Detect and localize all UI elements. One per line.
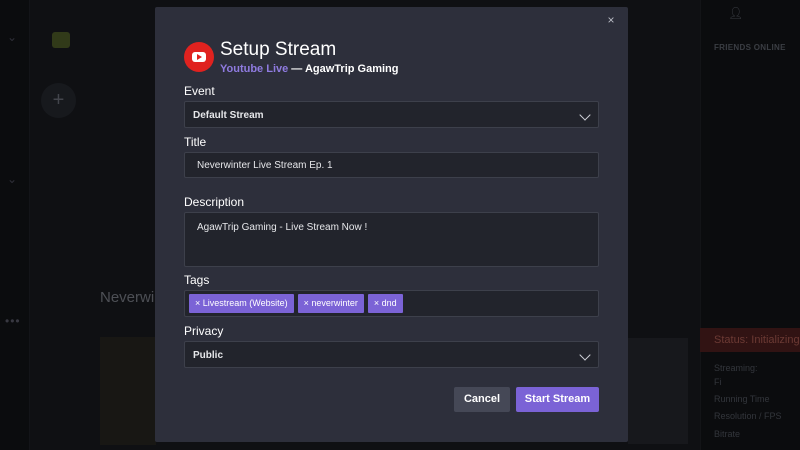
- channel-name: AgawTrip Gaming: [304, 63, 399, 75]
- privacy-select[interactable]: Public: [184, 341, 599, 368]
- tag-chip[interactable]: × Livestream (Website): [189, 294, 294, 313]
- chevron-down-icon: [579, 349, 591, 361]
- privacy-value: Public: [193, 350, 224, 361]
- dialog-subtitle: Youtube Live — AgawTrip Gaming: [220, 63, 398, 75]
- event-value: Default Stream: [193, 110, 264, 121]
- tags-label: Tags: [184, 273, 210, 287]
- tags-input[interactable]: × Livestream (Website) × neverwinter × d…: [184, 290, 599, 317]
- close-icon[interactable]: ×: [604, 13, 618, 27]
- chevron-down-icon: [579, 109, 591, 121]
- dialog-title: Setup Stream: [220, 39, 337, 60]
- description-textarea[interactable]: AgawTrip Gaming - Live Stream Now !: [184, 212, 599, 267]
- event-select[interactable]: Default Stream: [184, 101, 599, 128]
- event-label: Event: [184, 84, 215, 98]
- cancel-button[interactable]: Cancel: [454, 387, 510, 412]
- platform-name[interactable]: Youtube Live: [220, 63, 288, 75]
- tag-chip[interactable]: × dnd: [367, 294, 403, 313]
- tag-chip[interactable]: × neverwinter: [297, 294, 364, 313]
- setup-stream-dialog: × Setup Stream Youtube Live — AgawTrip G…: [155, 7, 628, 442]
- title-input[interactable]: Neverwinter Live Stream Ep. 1: [184, 152, 599, 178]
- start-stream-button[interactable]: Start Stream: [516, 387, 599, 412]
- youtube-icon: [184, 42, 214, 72]
- description-label: Description: [184, 195, 245, 209]
- privacy-label: Privacy: [184, 324, 224, 338]
- title-label: Title: [184, 135, 207, 149]
- subtitle-separator: —: [288, 63, 305, 75]
